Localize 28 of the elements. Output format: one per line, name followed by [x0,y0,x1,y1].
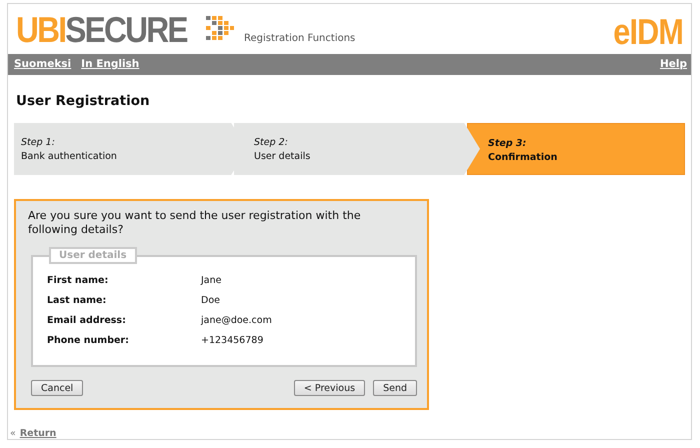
field-label: Phone number: [47,334,130,346]
step-number: Step 1: [21,136,56,148]
step-number: Step 3: [488,138,528,149]
step-label: Confirmation [488,152,558,163]
field-value: +123456789 [201,334,264,346]
previous-button[interactable]: < Previous [294,380,366,396]
group-legend: User details [49,247,137,264]
field-label: First name: [47,274,110,286]
cancel-button[interactable]: Cancel [31,380,84,396]
step-label: Bank authentication [21,150,118,162]
subtitle: Registration Functions [244,32,356,44]
return-link[interactable]: Return [20,428,56,439]
field-value: Jane [201,274,222,286]
field-value: Doe [201,294,221,306]
step-label: User details [254,150,312,162]
product-logo: eIDM [613,16,683,48]
send-button[interactable]: Send [373,380,417,396]
field-label: Last name: [47,294,108,306]
page-title: User Registration [16,92,151,109]
question-text: Are you sure you want to send the user registration with the following details? [28,209,362,238]
language-link[interactable]: Suomeksi [14,58,72,70]
help-link[interactable]: Help [660,58,687,70]
language-link[interactable]: In English [81,58,140,70]
step-number: Step 2: [254,136,289,148]
logo: UBISECURE [16,14,187,46]
field-value: jane@doe.com [201,314,273,326]
field-label: Email address: [47,314,127,326]
return-marker: « [10,428,16,439]
